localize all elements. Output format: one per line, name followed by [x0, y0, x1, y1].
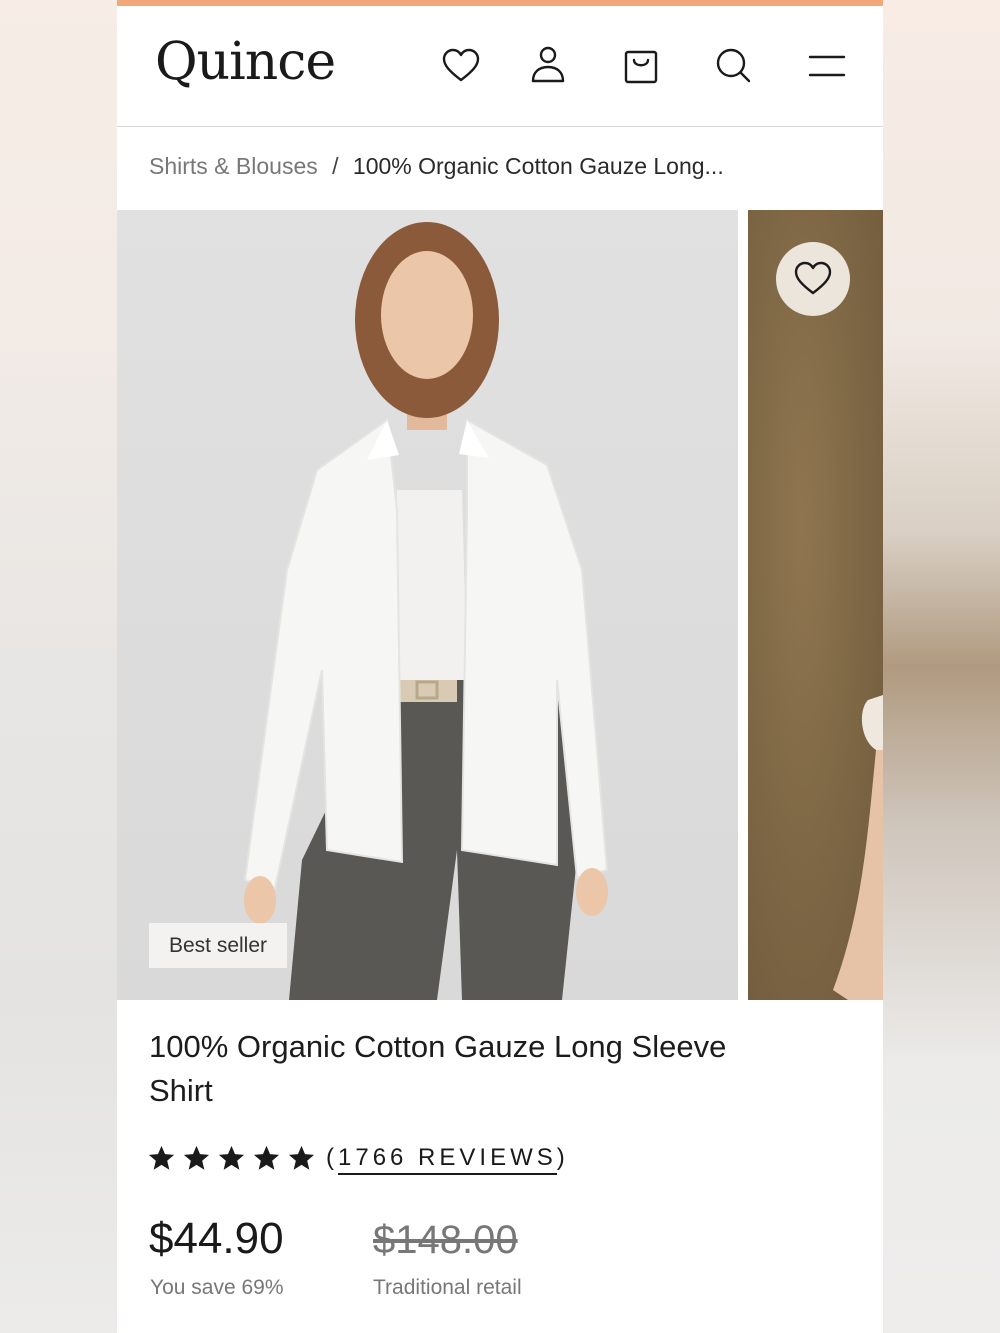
savings-text: You save 69%	[150, 1276, 284, 1299]
retail-label: Traditional retail	[373, 1276, 522, 1299]
star-icon	[148, 1145, 175, 1170]
star-icon	[288, 1145, 315, 1170]
partial-model-illustration	[833, 695, 883, 1000]
product-image-next[interactable]	[748, 210, 883, 1000]
blurred-backdrop-left	[0, 0, 117, 1333]
brand-logo[interactable]: Quince	[155, 32, 336, 92]
breadcrumb: Shirts & Blouses / 100% Organic Cotton G…	[149, 153, 724, 180]
product-rating: (1766 REVIEWS)	[147, 1138, 569, 1178]
reviews-count: 1766 REVIEWS	[338, 1144, 557, 1175]
site-header: Quince	[117, 6, 883, 127]
menu-icon[interactable]	[807, 46, 847, 86]
heart-icon[interactable]	[441, 46, 481, 86]
star-icon	[218, 1145, 245, 1170]
reviews-link[interactable]: (1766 REVIEWS)	[326, 1144, 569, 1175]
account-icon[interactable]	[528, 46, 568, 86]
retail-price: $148.00	[373, 1218, 518, 1262]
phone-screen: Quince Shirts & Blouses / 100% Organic C…	[117, 0, 883, 1333]
star-rating	[147, 1144, 316, 1173]
product-image-gallery[interactable]: Best seller	[117, 210, 883, 1000]
star-icon	[183, 1145, 210, 1170]
best-seller-badge: Best seller	[149, 923, 287, 968]
breadcrumb-current: 100% Organic Cotton Gauze Long...	[352, 153, 724, 179]
star-icon	[253, 1145, 280, 1170]
reviews-close-paren: )	[556, 1144, 569, 1171]
reviews-open-paren: (	[326, 1144, 338, 1171]
sale-price: $44.90	[149, 1214, 284, 1263]
shopping-bag-icon[interactable]	[621, 46, 661, 86]
product-image-main[interactable]: Best seller	[117, 210, 738, 1000]
model-figure-illustration	[243, 222, 609, 1000]
search-icon[interactable]	[713, 46, 753, 86]
breadcrumb-separator: /	[332, 153, 339, 179]
product-title: 100% Organic Cotton Gauze Long Sleeve Sh…	[149, 1029, 727, 1108]
breadcrumb-parent-link[interactable]: Shirts & Blouses	[149, 153, 318, 179]
blurred-backdrop-right	[883, 0, 1000, 1333]
